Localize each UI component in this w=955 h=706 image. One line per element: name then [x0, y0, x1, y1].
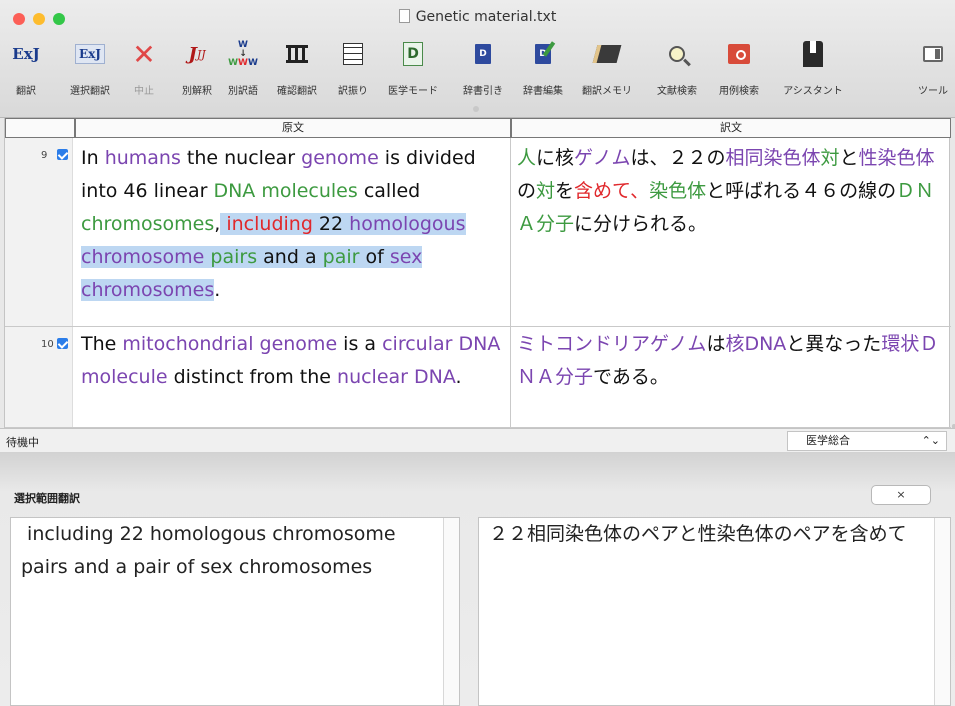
source-sentence[interactable]: The mitochondrial genome is a circular D… [81, 328, 511, 394]
assistant-tuxedo-icon [797, 39, 829, 69]
assistant-button[interactable]: アシスタント [783, 34, 843, 106]
row-checkbox[interactable] [57, 149, 68, 160]
dictionary-edit-icon: D [527, 39, 559, 69]
dictionary-lookup-button[interactable]: D 辞書引き [463, 34, 503, 106]
dictionary-edit-button[interactable]: D 辞書編集 [523, 34, 563, 106]
chevron-updown-icon: ⌃⌄ [921, 434, 940, 447]
target-scrollbar[interactable] [934, 518, 950, 705]
table-row[interactable]: 10 The mitochondrial genome is a circula… [5, 327, 951, 428]
tools-button[interactable]: ツール [918, 34, 948, 106]
stop-x-icon: ✕ [132, 37, 156, 71]
exj-translate-icon: ExJ [12, 45, 40, 63]
row-number: 10 [41, 339, 54, 350]
table-row[interactable]: 9 In humans the nuclear genome is divide… [5, 138, 951, 327]
alt-word-button[interactable]: W ↓ WWW 別訳語 [226, 34, 260, 106]
source-sentence[interactable]: In humans the nuclear genome is divided … [81, 142, 511, 307]
medical-mode-icon: D [397, 39, 429, 69]
selection-translation-panel: 選択範囲翻訳 × including 22 homologous chromos… [0, 452, 955, 706]
toolbar-resize-handle[interactable] [473, 106, 479, 112]
literature-search-button[interactable]: 文献検索 [657, 34, 697, 106]
row-number: 9 [41, 150, 48, 161]
toolbar: ExJ 翻訳 ExJ 選択翻訳 ✕ 中止 J JJ 別解釈 W ↓ WWW 別訳語 確… [0, 34, 955, 106]
status-bar: 待機中 医学総合 ⌃⌄ [0, 428, 955, 452]
document-icon [398, 9, 410, 23]
furigana-button[interactable]: 訳振り [336, 34, 370, 106]
alt-interpretation-icon: J JJ [188, 43, 206, 65]
target-sentence[interactable]: 人に核ゲノムは、２２の相同染色体対と性染色体の対を含めて、染色体と呼ばれる４６の… [517, 142, 949, 241]
selection-source-box[interactable]: including 22 homologous chromosome pairs… [10, 517, 460, 706]
source-scrollbar[interactable] [443, 518, 459, 705]
memory-book-icon [591, 39, 623, 69]
selection-target-box[interactable]: ２２相同染色体のペアと性染色体のペアを含めて [478, 517, 951, 706]
grid-header-target[interactable]: 訳文 [511, 118, 951, 138]
example-search-button[interactable]: 用例検索 [719, 34, 759, 106]
selection-source-text: including 22 homologous chromosome pairs… [21, 523, 402, 578]
window-title: Genetic material.txt [0, 9, 955, 25]
tools-panel-icon [917, 39, 949, 69]
panel-close-button[interactable]: × [871, 485, 931, 505]
alt-word-icon: W ↓ WWW [228, 39, 258, 68]
translation-memory-button[interactable]: 翻訳メモリ [582, 34, 632, 106]
grid-header-number [5, 118, 75, 138]
dictionary-select[interactable]: 医学総合 ⌃⌄ [787, 431, 947, 451]
translate-button[interactable]: ExJ 翻訳 [8, 34, 44, 106]
target-sentence[interactable]: ミトコンドリアゲノムは核DNAと異なった環状ＤＮＡ分子である。 [517, 328, 949, 394]
panel-title: 選択範囲翻訳 [14, 492, 80, 505]
medical-mode-button[interactable]: D 医学モード [388, 34, 438, 106]
magnifier-icon [661, 39, 693, 69]
confirm-columns-icon [281, 39, 313, 69]
selection-target-text: ２２相同染色体のペアと性染色体のペアを含めて [489, 523, 907, 545]
selection-translate-button[interactable]: ExJ 選択翻訳 [70, 34, 110, 106]
window-titlebar: Genetic material.txt ExJ 翻訳 ExJ 選択翻訳 ✕ 中… [0, 0, 955, 118]
status-text: 待機中 [6, 436, 39, 449]
example-search-icon [723, 39, 755, 69]
sentence-grid: 原文 訳文 9 In humans the nuclear genome is … [4, 118, 955, 460]
exj-selection-icon: ExJ [74, 39, 106, 69]
row-checkbox[interactable] [57, 338, 68, 349]
grid-header-source[interactable]: 原文 [75, 118, 511, 138]
stop-button[interactable]: ✕ 中止 [128, 34, 160, 106]
lines-icon [337, 39, 369, 69]
dictionary-icon: D [467, 39, 499, 69]
confirm-translation-button[interactable]: 確認翻訳 [277, 34, 317, 106]
